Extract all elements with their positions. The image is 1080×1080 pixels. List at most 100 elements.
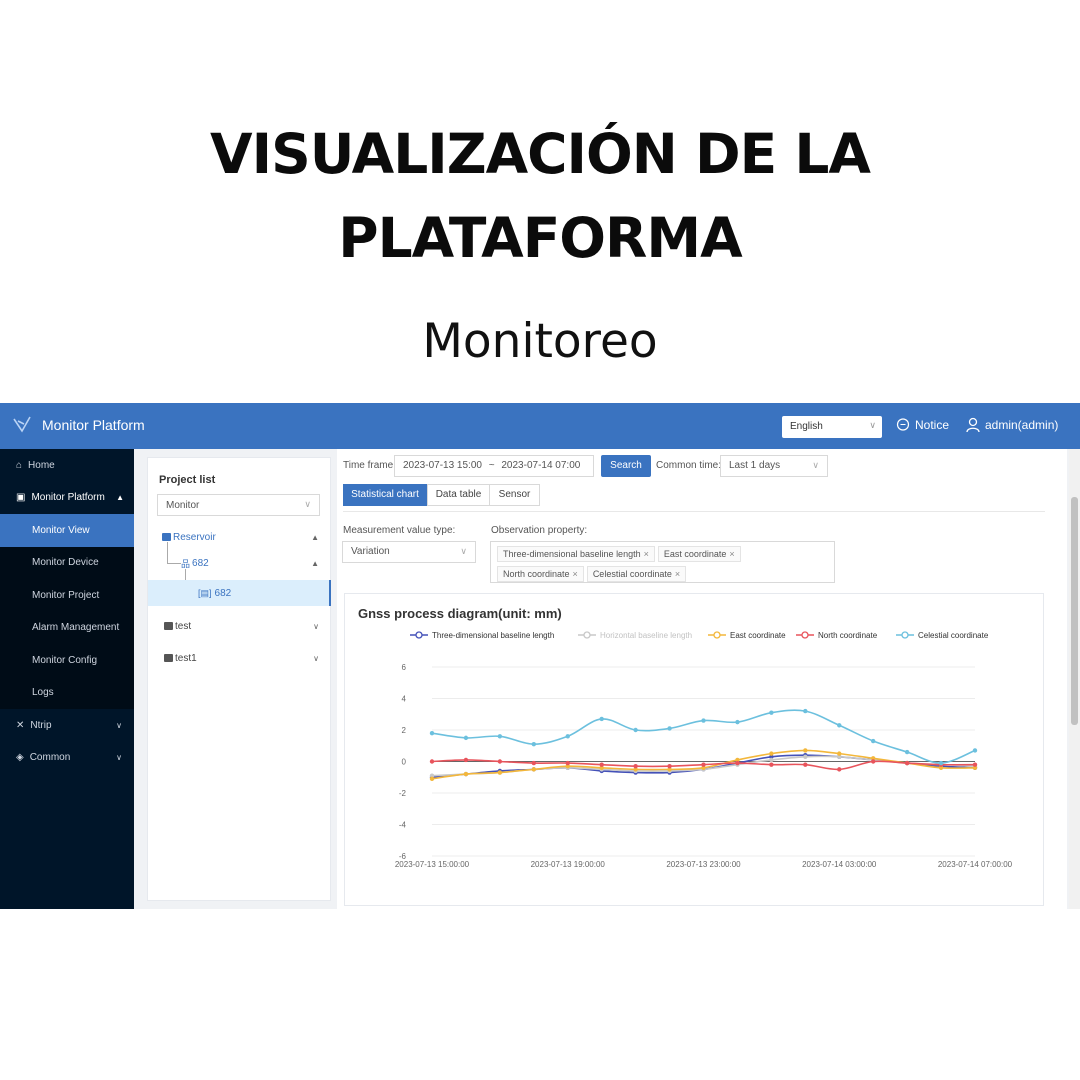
- legend-label: Celestial coordinate: [918, 631, 989, 640]
- nav-sub-label: Monitor Project: [32, 589, 100, 601]
- data-point: [463, 757, 469, 763]
- tree-node-test[interactable]: test ∨: [148, 613, 331, 639]
- chevron-down-icon: ∨: [116, 753, 122, 763]
- folder-icon: [164, 654, 173, 662]
- hero-title-line1: VISUALIZACIÓN DE LA: [210, 122, 871, 186]
- common-time-select[interactable]: Last 1 days ∨: [720, 455, 828, 477]
- data-point: [429, 776, 435, 782]
- app-screenshot: Monitor Platform English ∨ Notice admin(…: [0, 403, 1080, 909]
- time-range-picker[interactable]: 2023-07-13 15:00 ~ 2023-07-14 07:00: [394, 455, 594, 477]
- nav-alarm-management[interactable]: Alarm Management: [0, 611, 134, 644]
- measurement-type-select[interactable]: Variation ∨: [342, 541, 476, 563]
- chart-card: Gnss process diagram(unit: mm) 6 4 2 0 -2 -4-…: [344, 593, 1044, 906]
- series-line: [431, 709, 976, 764]
- data-point: [803, 762, 808, 767]
- data-point: [870, 759, 876, 764]
- chevron-down-icon: ∨: [812, 460, 819, 470]
- language-value: English: [790, 421, 823, 432]
- tree-label: 682: [214, 587, 232, 599]
- property-tag[interactable]: North coordinate ×: [497, 566, 584, 582]
- legend-swatch-marker: [801, 631, 809, 639]
- data-point: [667, 726, 672, 731]
- observation-property-select[interactable]: Three-dimensional baseline length × East c…: [490, 541, 835, 583]
- data-point: [497, 734, 503, 739]
- nav-monitor-config[interactable]: Monitor Config: [0, 644, 134, 677]
- page-scrollbar[interactable]: [1069, 449, 1080, 909]
- x-tick-label: 2023-07-13 15:00:00: [395, 860, 470, 869]
- time-separator: ~: [488, 460, 495, 471]
- project-list-panel: Project list Monitor ∨ Reservoir ▲ 品 682…: [147, 457, 331, 901]
- data-point: [769, 762, 774, 767]
- chevron-up-icon: ▲: [311, 558, 319, 568]
- y-tick-label: -2: [399, 789, 407, 798]
- project-select[interactable]: Monitor ∨: [157, 494, 320, 516]
- tree-node-group-682[interactable]: 品 682 ▲: [148, 550, 331, 576]
- chevron-down-icon: ∨: [313, 653, 319, 663]
- folder-icon: [164, 622, 173, 630]
- data-point: [497, 770, 503, 775]
- nav-home[interactable]: ⌂ Home: [0, 449, 134, 482]
- close-icon[interactable]: ×: [675, 569, 680, 579]
- property-tag[interactable]: Celestial coordinate ×: [586, 566, 687, 582]
- tree-label: test1: [175, 652, 197, 664]
- property-tag[interactable]: Three-dimensional baseline length ×: [497, 546, 655, 562]
- brand[interactable]: Monitor Platform: [12, 415, 145, 435]
- nav-sub-label: Monitor Device: [32, 557, 99, 569]
- close-icon[interactable]: ×: [644, 549, 649, 559]
- chat-bubble-icon: [896, 418, 910, 431]
- user-menu[interactable]: admin(admin): [966, 417, 1058, 433]
- nav-ntrip-label: Ntrip: [30, 719, 52, 731]
- y-tick-label: -4: [399, 821, 407, 830]
- user-icon: [966, 417, 980, 433]
- property-tag[interactable]: East coordinate ×: [657, 546, 741, 562]
- data-point: [429, 759, 435, 764]
- data-point: [531, 760, 537, 766]
- language-select[interactable]: English ∨: [782, 416, 882, 438]
- data-point: [429, 730, 435, 736]
- tree-label: Reservoir: [173, 531, 216, 543]
- ntrip-icon: ✕: [16, 719, 25, 731]
- nav-common[interactable]: ◈ Common ∨: [0, 742, 134, 775]
- scrollbar-thumb[interactable]: [1071, 497, 1078, 725]
- device-icon: [▤]: [198, 587, 212, 598]
- tree-node-device-682[interactable]: [▤] 682: [148, 580, 331, 606]
- legend-swatch-marker: [713, 631, 721, 639]
- monitor-icon: ▣: [16, 492, 26, 504]
- legend-swatch-marker: [901, 631, 909, 639]
- chevron-down-icon: ∨: [313, 621, 319, 631]
- data-point: [837, 767, 842, 772]
- close-icon[interactable]: ×: [729, 549, 734, 559]
- folder-icon: [162, 533, 171, 541]
- tab-statistical-chart[interactable]: Statistical chart: [343, 484, 427, 506]
- nav-monitor-platform[interactable]: ▣ Monitor Platform ▲: [0, 482, 134, 515]
- x-tick-label: 2023-07-14 07:00:00: [938, 860, 1013, 869]
- data-point: [565, 760, 570, 766]
- main-content: Project list Monitor ∨ Reservoir ▲ 品 682…: [134, 449, 1080, 909]
- nav-logs[interactable]: Logs: [0, 676, 134, 709]
- nav-sub-label: Monitor View: [32, 524, 90, 536]
- nav-monitor-project[interactable]: Monitor Project: [0, 579, 134, 612]
- data-point: [870, 738, 876, 744]
- nav-ntrip[interactable]: ✕ Ntrip ∨: [0, 709, 134, 742]
- top-bar: Monitor Platform English ∨ Notice admin(…: [0, 403, 1080, 449]
- legend-label: Three-dimensional baseline length: [432, 631, 554, 640]
- tree-node-test1[interactable]: test1 ∨: [148, 645, 331, 671]
- legend-label: North coordinate: [818, 631, 878, 640]
- notice-button[interactable]: Notice: [896, 418, 949, 432]
- tab-sensor[interactable]: Sensor: [489, 484, 540, 506]
- nav-sub-label: Monitor Config: [32, 654, 98, 666]
- nav-monitor-platform-label: Monitor Platform: [31, 492, 105, 504]
- nav-monitor-device[interactable]: Monitor Device: [0, 546, 134, 579]
- data-point: [837, 751, 842, 756]
- tag-label: East coordinate: [663, 549, 727, 559]
- tab-data-table[interactable]: Data table: [427, 484, 490, 506]
- data-point: [972, 748, 978, 753]
- close-icon[interactable]: ×: [573, 569, 578, 579]
- time-start: 2023-07-13 15:00: [403, 460, 482, 471]
- detail-panel: Time frame: 2023-07-13 15:00 ~ 2023-07-1…: [337, 449, 1067, 909]
- logo-icon: [13, 416, 31, 433]
- legend-label: Horizontal baseline length: [600, 631, 692, 640]
- search-button[interactable]: Search: [601, 455, 651, 477]
- chevron-down-icon: ∨: [304, 499, 311, 509]
- nav-monitor-view[interactable]: Monitor View: [0, 514, 134, 547]
